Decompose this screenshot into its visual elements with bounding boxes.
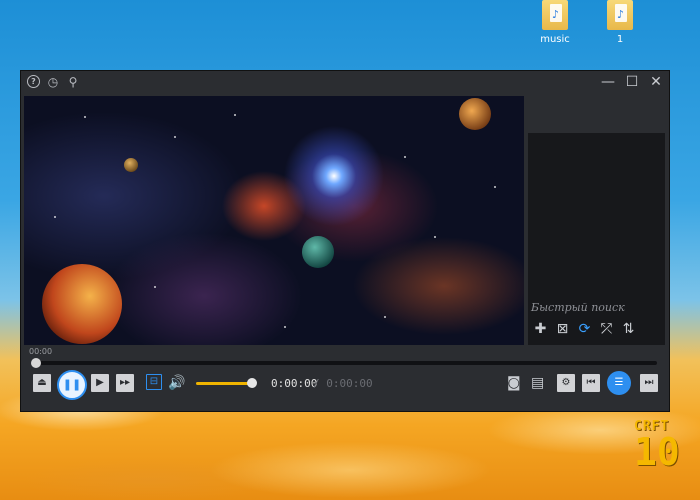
planet-image	[124, 158, 138, 172]
star	[284, 326, 286, 328]
media-player-window: ? ◷ ⚲ — ☐ ✕ Быстрый поиск ✚ ⊠ ⟳ ⤱ ⇅ 00:0…	[20, 70, 670, 412]
volume-icon[interactable]: 🔊	[168, 374, 185, 392]
pause-button[interactable]: ❚❚	[57, 370, 87, 400]
desktop-icon-music[interactable]: ♪ music	[525, 0, 585, 45]
star	[384, 316, 386, 318]
maximize-button[interactable]: ☐	[625, 74, 639, 90]
volume-slider[interactable]	[196, 382, 254, 385]
playlist-toolbar: ✚ ⊠ ⟳ ⤱ ⇅	[533, 321, 636, 337]
desktop-icon-label: 1	[616, 34, 624, 45]
planet-image	[459, 98, 491, 130]
camera-icon[interactable]: ◙	[507, 374, 521, 392]
settings-button[interactable]: ⚙	[557, 374, 575, 392]
shuffle-icon[interactable]: ⤱	[599, 321, 614, 337]
stop-button[interactable]: ▶	[91, 374, 109, 392]
next-track-button[interactable]: ⏭	[640, 374, 658, 392]
repeat-icon[interactable]: ⟳	[577, 321, 592, 337]
timeline-start-label: 00:00	[29, 347, 53, 356]
timeline: 00:00	[25, 347, 665, 369]
star	[154, 286, 156, 288]
eject-button[interactable]: ⏏	[33, 374, 51, 392]
film-icon[interactable]: ▤	[531, 374, 544, 392]
pin-icon[interactable]: ⚲	[66, 75, 80, 89]
watermark-logo: CRFT 10	[634, 420, 680, 471]
titlebar: ? ◷ ⚲ — ☐ ✕	[21, 71, 669, 95]
clock-icon[interactable]: ◷	[46, 75, 60, 89]
minimize-button[interactable]: —	[601, 74, 615, 90]
volume-thumb[interactable]	[247, 378, 257, 388]
planet-image	[42, 264, 122, 344]
seek-bar[interactable]	[33, 361, 657, 365]
star	[234, 114, 236, 116]
star	[404, 156, 406, 158]
next-frame-button[interactable]: ▸▸	[116, 374, 134, 392]
close-button[interactable]: ✕	[649, 74, 663, 90]
music-folder-icon: ♪	[542, 0, 568, 30]
sort-icon[interactable]: ⇅	[621, 321, 636, 337]
watermark-line-2: 10	[634, 430, 680, 474]
star	[54, 216, 56, 218]
star	[494, 186, 496, 188]
star	[434, 236, 436, 238]
total-time: / 0:00:00	[313, 377, 373, 390]
help-icon[interactable]: ?	[27, 75, 40, 88]
desktop-icon-1[interactable]: ♪ 1	[590, 0, 650, 45]
playlist-toggle-button[interactable]: ☰	[607, 371, 631, 395]
planet-image	[302, 236, 334, 268]
playlist-header	[528, 96, 665, 132]
star	[174, 136, 176, 138]
video-display[interactable]	[24, 96, 524, 345]
star	[84, 116, 86, 118]
quick-search-input[interactable]: Быстрый поиск	[528, 301, 668, 314]
add-icon[interactable]: ✚	[533, 321, 548, 337]
current-time: 0:00:00	[271, 377, 318, 390]
music-folder-icon: ♪	[607, 0, 633, 30]
subtitles-button[interactable]: ⊟	[146, 374, 162, 390]
seek-thumb[interactable]	[31, 358, 41, 368]
remove-icon[interactable]: ⊠	[555, 321, 570, 337]
desktop-icon-label: music	[540, 34, 570, 45]
playback-controls: ⏏ ❚❚ ▶ ▸▸ ⊟ 🔊 0:00:00 / 0:00:00 ◙ ▤ ⚙ ⏮ …	[21, 370, 669, 404]
previous-track-button[interactable]: ⏮	[582, 374, 600, 392]
